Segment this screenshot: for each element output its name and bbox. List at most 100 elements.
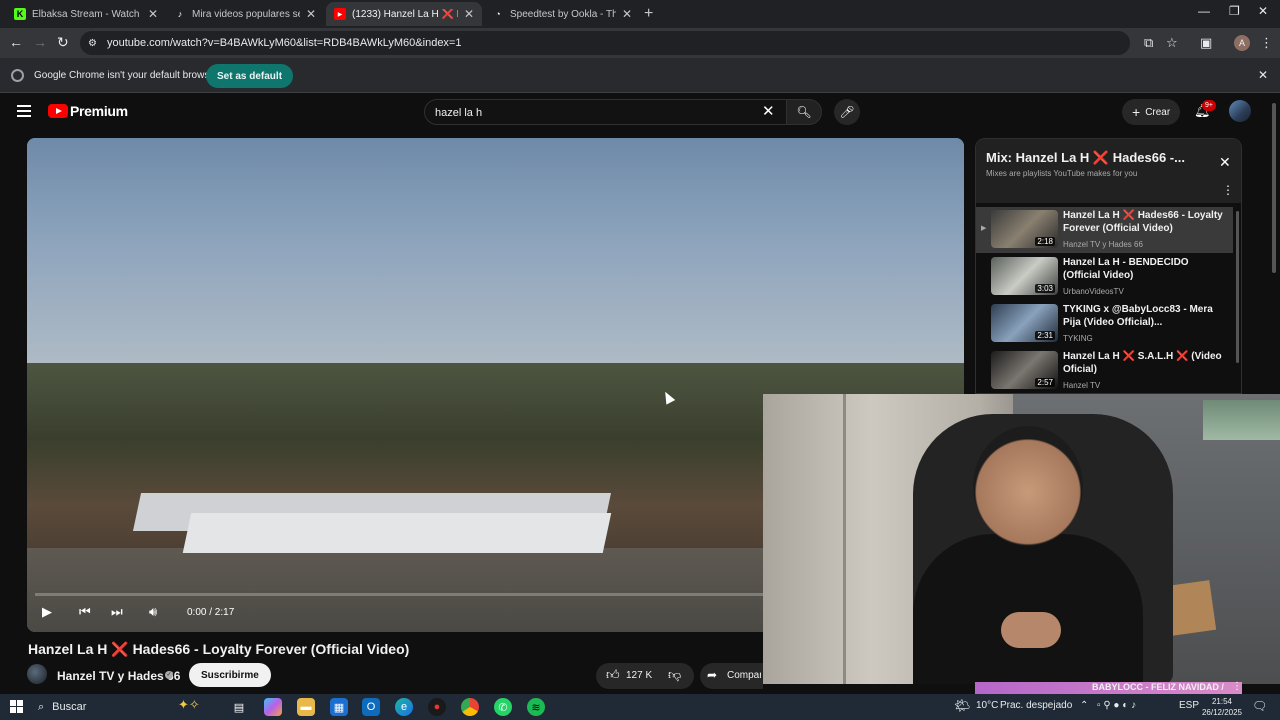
app-icon[interactable]: ●	[428, 698, 446, 716]
taskbar-search[interactable]: ⌕ Buscar ✦✧	[30, 697, 220, 717]
back-icon[interactable]: ←	[9, 34, 23, 50]
default-browser-infobar: Google Chrome isn't your default browser…	[0, 58, 1280, 93]
browser-tab[interactable]: ◔ Speedtest by Ookla - The Glob ✕	[484, 2, 640, 26]
video-duration: 2:18	[1035, 237, 1055, 246]
forward-icon[interactable]: →	[33, 34, 47, 50]
close-playlist-icon[interactable]: ✕	[1219, 154, 1231, 171]
install-app-icon[interactable]: ⧉	[1144, 35, 1153, 51]
play-icon[interactable]: ▶	[42, 604, 52, 620]
reload-icon[interactable]: ↻	[57, 34, 69, 51]
browser-tab[interactable]: ♪ Mira videos populares seleccio ✕	[166, 2, 324, 26]
next-icon[interactable]: ⏭	[111, 604, 123, 620]
bookmark-star-icon[interactable]: ☆	[1166, 35, 1178, 51]
plus-icon: +	[1132, 104, 1141, 120]
playlist-item[interactable]: ▶ 2:18 Hanzel La H ❌ Hades66 - Loyalty For…	[976, 207, 1233, 253]
language-indicator[interactable]: ESP	[1179, 700, 1199, 711]
volume-icon[interactable]: 🔊︎	[149, 604, 157, 620]
playlist-item-title[interactable]: Hanzel La H ❌ Hades66 - Loyalty Forever …	[1063, 209, 1223, 235]
video-thumbnail[interactable]: 3:03	[991, 257, 1058, 295]
voice-search-button[interactable]: 🎤︎	[834, 99, 860, 125]
weather-temp[interactable]: 10°C	[976, 700, 998, 711]
clear-search-icon[interactable]: ✕	[762, 102, 775, 120]
video-thumbnail[interactable]: 2:31	[991, 304, 1058, 342]
playlist-item[interactable]: 3:03 Hanzel La H - BENDECIDO (Official Vi…	[976, 254, 1233, 300]
playlist-item-channel: Hanzel TV y Hades 66	[1063, 240, 1143, 249]
new-tab-icon[interactable]: +	[644, 5, 653, 23]
youtube-account-avatar[interactable]	[1229, 100, 1251, 122]
whatsapp-icon[interactable]: ✆	[494, 698, 512, 716]
tab-title: Elbaksa Stream - Watch Live on	[32, 8, 142, 20]
tab-title: (1233) Hanzel La H ❌ Hades6	[352, 8, 458, 20]
edge-icon[interactable]: e	[395, 698, 413, 716]
url-text: youtube.com/watch?v=B4BAWkLyM60&list=RDB…	[106, 37, 462, 49]
maximize-icon[interactable]: ❐	[1229, 4, 1240, 18]
playlist-title[interactable]: Mix: Hanzel La H ❌ Hades66 -...	[986, 150, 1185, 166]
infobar-close-icon[interactable]: ✕	[1258, 68, 1268, 82]
copilot-sparkle-icon: ✦✧	[178, 697, 200, 712]
speedtest-icon: ◔	[495, 9, 501, 19]
playlist-item[interactable]: 2:57 Hanzel La H ❌ S.A.L.H ❌ (Video Ofici…	[976, 348, 1233, 393]
spotify-icon[interactable]: ≋	[527, 698, 545, 716]
taskbar-search-placeholder: Buscar	[52, 701, 87, 713]
subscribe-button[interactable]: Suscribirme	[189, 663, 271, 687]
video-thumbnail[interactable]: 2:18	[991, 210, 1058, 248]
browser-tab-active[interactable]: ▶ (1233) Hanzel La H ❌ Hades6 ✕	[326, 2, 482, 26]
close-window-icon[interactable]: ✕	[1258, 4, 1268, 18]
close-tab-icon[interactable]: ✕	[148, 7, 158, 21]
task-view-icon[interactable]: ▤	[230, 698, 248, 716]
tray-overflow-icon[interactable]: ⌃	[1080, 700, 1088, 711]
address-bar[interactable]: ⚙ youtube.com/watch?v=B4BAWkLyM60&list=R…	[80, 31, 1130, 55]
weather-description[interactable]: Prac. despejado	[1000, 700, 1072, 711]
playlist-subtitle: Mixes are playlists YouTube makes for yo…	[986, 169, 1138, 178]
search-input[interactable]	[435, 104, 755, 122]
tray-app-icons[interactable]: ▫ ⚲ ● ◐ ♪	[1097, 700, 1136, 711]
outlook-icon[interactable]: O	[362, 698, 380, 716]
microphone-icon: 🎤︎	[839, 105, 855, 119]
minimize-icon[interactable]: —	[1198, 4, 1210, 18]
channel-name[interactable]: Hanzel TV y Hades 66	[57, 669, 180, 683]
chrome-taskbar-icon[interactable]	[461, 698, 479, 716]
set-default-button[interactable]: Set as default	[206, 64, 294, 88]
file-explorer-icon[interactable]: ▬	[297, 698, 315, 716]
like-count: 127 K	[626, 670, 653, 681]
youtube-premium-logo[interactable]: Premium	[70, 103, 128, 119]
previous-icon[interactable]: ⏮	[79, 604, 91, 620]
like-icon[interactable]: 👍︎	[606, 667, 620, 683]
close-tab-icon[interactable]: ✕	[306, 7, 316, 21]
search-box	[424, 99, 788, 125]
playlist-item-title[interactable]: Hanzel La H - BENDECIDO (Official Video)	[1063, 256, 1223, 282]
notification-center-icon[interactable]: 🗨︎	[1252, 699, 1267, 713]
windows-start-icon[interactable]	[10, 700, 23, 713]
playlist-scrollbar[interactable]	[1236, 211, 1239, 363]
browser-tab[interactable]: K Elbaksa Stream - Watch Live on ✕	[6, 2, 166, 26]
site-info-icon[interactable]: ⚙	[88, 38, 97, 49]
playlist-item-title[interactable]: Hanzel La H ❌ S.A.L.H ❌ (Video Oficial)	[1063, 350, 1223, 376]
browser-toolbar: ← → ↻ ⚙ youtube.com/watch?v=B4BAWkLyM60&…	[0, 28, 1280, 58]
menu-icon[interactable]	[17, 105, 31, 117]
create-button[interactable]: + Crear	[1122, 99, 1181, 125]
kick-icon: K	[14, 8, 26, 20]
playlist-item[interactable]: 2:31 TYKING x @BabyLocc83 - Mera Pija (Vi…	[976, 301, 1233, 347]
copilot-icon[interactable]	[264, 698, 282, 716]
taskbar-clock[interactable]: 21:54 26/12/2025	[1200, 696, 1244, 718]
close-tab-icon[interactable]: ✕	[464, 7, 474, 21]
search-button[interactable]: 🔍︎	[786, 99, 822, 125]
side-panel-icon[interactable]: ▣	[1200, 35, 1212, 51]
more-options-icon[interactable]: ⋮	[1232, 681, 1242, 692]
youtube-header: Premium ✕ 🔍︎ 🎤︎ + Crear 🔔︎ 9+	[0, 93, 1270, 131]
youtube-logo-icon[interactable]	[48, 104, 68, 118]
next-item-title[interactable]: BABYLOCC - FELIZ NAVIDAD /	[1092, 682, 1224, 692]
page-scrollbar[interactable]	[1272, 103, 1276, 273]
tab-title: Speedtest by Ookla - The Glob	[510, 8, 616, 20]
video-thumbnail[interactable]: 2:57	[991, 351, 1058, 389]
channel-avatar[interactable]	[27, 664, 47, 684]
close-tab-icon[interactable]: ✕	[622, 7, 632, 21]
dislike-icon[interactable]: 👎︎	[668, 667, 681, 683]
more-options-icon[interactable]: ⋮	[1222, 183, 1234, 197]
playlist-item-title[interactable]: TYKING x @BabyLocc83 - Mera Pija (Video …	[1063, 303, 1223, 329]
chrome-menu-icon[interactable]: ⋮	[1260, 35, 1273, 51]
store-icon[interactable]: ▦	[330, 698, 348, 716]
chrome-profile-avatar[interactable]: A	[1234, 35, 1250, 51]
notification-count-badge: 9+	[1202, 100, 1216, 111]
chrome-icon	[11, 69, 24, 82]
